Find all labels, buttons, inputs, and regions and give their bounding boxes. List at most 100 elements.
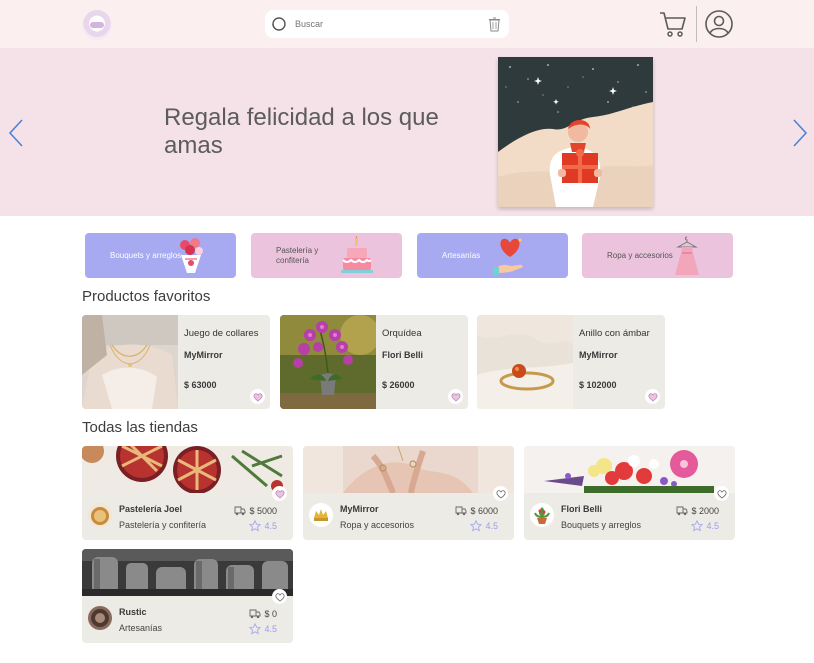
product-price: $ 102000 bbox=[579, 380, 617, 390]
store-category: Artesanías bbox=[119, 623, 163, 633]
delivery-icon bbox=[677, 506, 688, 516]
trash-icon[interactable] bbox=[488, 16, 501, 32]
rating-value: 4.5 bbox=[264, 624, 277, 634]
store-heart-button[interactable] bbox=[272, 589, 287, 604]
favorite-card[interactable]: Anillo con ámbar MyMirror $ 102000 bbox=[477, 315, 665, 409]
search-input[interactable] bbox=[295, 14, 475, 34]
stores-title: Todas las tiendas bbox=[82, 419, 198, 436]
store-shipping: $ 0 bbox=[249, 608, 277, 619]
hero-illustration bbox=[498, 57, 653, 207]
category-label: Pastelería y confitería bbox=[276, 245, 319, 265]
heart-outline-icon bbox=[717, 489, 726, 498]
shipping-price: $ 2000 bbox=[691, 505, 719, 516]
store-name: Pastelería Joel bbox=[119, 504, 183, 514]
bouquet-icon bbox=[180, 238, 203, 273]
category-label: Ropa y accesorios bbox=[607, 250, 673, 260]
star-icon bbox=[691, 520, 704, 532]
delivery-icon bbox=[235, 506, 246, 516]
store-heart-button[interactable] bbox=[272, 486, 287, 501]
shipping-price: $ 6000 bbox=[470, 505, 498, 516]
store-shipping: $ 2000 bbox=[676, 505, 719, 516]
category-pasteleria[interactable]: Pastelería y confitería bbox=[251, 233, 402, 278]
store-banner-flowers bbox=[524, 446, 735, 493]
heart-hand-icon bbox=[493, 238, 523, 275]
rating-value: 4.5 bbox=[485, 521, 498, 531]
product-image-ring bbox=[477, 315, 573, 409]
favorite-card[interactable]: Orquídea Flori Belli $ 26000 bbox=[280, 315, 468, 409]
product-price: $ 63000 bbox=[184, 380, 217, 390]
search-icon[interactable] bbox=[271, 16, 287, 32]
favorites-title: Productos favoritos bbox=[82, 288, 211, 305]
favorite-card[interactable]: Juego de collares MyMirror $ 63000 bbox=[82, 315, 270, 409]
store-category: Ropa y accesorios bbox=[340, 520, 415, 530]
favorite-heart-button[interactable] bbox=[448, 389, 463, 404]
delivery-icon bbox=[250, 609, 261, 619]
product-store: MyMirror bbox=[579, 350, 618, 360]
cake-icon bbox=[341, 236, 373, 273]
favorite-heart-button[interactable] bbox=[250, 389, 265, 404]
store-avatar bbox=[88, 606, 112, 630]
store-rating: 4.5 bbox=[249, 623, 277, 635]
shipping-price: $ 0 bbox=[264, 608, 277, 619]
categories-row: Bouquets y arreglos Pastelería y confite… bbox=[0, 233, 814, 278]
category-bouquets[interactable]: Bouquets y arreglos bbox=[85, 233, 236, 278]
store-name: MyMirror bbox=[340, 504, 379, 514]
hero-title: Regala felicidad a los que amas bbox=[164, 104, 439, 159]
shipping-price: $ 5000 bbox=[249, 505, 277, 516]
heart-filled-icon bbox=[253, 392, 262, 401]
user-icon[interactable] bbox=[704, 9, 734, 39]
store-name: Rustic bbox=[119, 607, 147, 617]
product-image-necklace bbox=[82, 315, 178, 409]
heart-outline-icon bbox=[275, 592, 284, 601]
store-banner-jewelry bbox=[303, 446, 514, 495]
store-name: Flori Belli bbox=[561, 504, 603, 514]
product-image-orchid bbox=[280, 315, 380, 409]
header bbox=[0, 0, 814, 48]
hero-banner: Regala felicidad a los que amas bbox=[0, 48, 814, 216]
store-card[interactable]: Flori Belli Bouquets y arreglos $ 2000 4… bbox=[524, 446, 735, 540]
heart-outline-icon bbox=[496, 489, 505, 498]
store-rating: 4.5 bbox=[470, 520, 498, 532]
product-store: MyMirror bbox=[184, 350, 223, 360]
store-category: Bouquets y arreglos bbox=[561, 520, 642, 530]
product-name: Anillo con ámbar bbox=[579, 328, 650, 339]
heart-filled-icon bbox=[451, 392, 460, 401]
star-icon bbox=[249, 623, 262, 635]
category-artesanias[interactable]: Artesanías bbox=[417, 233, 568, 278]
store-rating: 4.5 bbox=[249, 520, 277, 532]
search-bar bbox=[265, 10, 509, 38]
store-card[interactable]: Rustic Artesanías $ 0 4.5 bbox=[82, 549, 293, 643]
star-icon bbox=[249, 520, 262, 532]
star-icon bbox=[470, 520, 483, 532]
store-banner-pies bbox=[82, 446, 293, 494]
store-rating: 4.5 bbox=[691, 520, 719, 532]
delivery-icon bbox=[456, 506, 467, 516]
chevron-left-icon[interactable] bbox=[6, 118, 26, 148]
dress-icon bbox=[675, 236, 699, 275]
store-category: Pastelería y confitería bbox=[119, 520, 207, 530]
chevron-right-icon[interactable] bbox=[790, 118, 810, 148]
logo[interactable] bbox=[82, 10, 112, 40]
heart-outline-icon bbox=[275, 489, 284, 498]
store-avatar bbox=[88, 503, 112, 527]
header-divider bbox=[696, 6, 697, 42]
store-heart-button[interactable] bbox=[493, 486, 508, 501]
store-banner-pottery bbox=[82, 549, 293, 596]
product-name: Juego de collares bbox=[184, 328, 259, 339]
store-card[interactable]: Pastelería Joel Pastelería y confitería … bbox=[82, 446, 293, 540]
store-shipping: $ 5000 bbox=[234, 505, 277, 516]
heart-filled-icon bbox=[648, 392, 657, 401]
product-store: Flori Belli bbox=[382, 350, 424, 360]
rating-value: 4.5 bbox=[264, 521, 277, 531]
rating-value: 4.5 bbox=[706, 521, 719, 531]
cart-icon[interactable] bbox=[658, 9, 688, 39]
product-name: Orquídea bbox=[382, 328, 422, 339]
category-ropa[interactable]: Ropa y accesorios bbox=[582, 233, 733, 278]
store-card[interactable]: MyMirror Ropa y accesorios $ 6000 4.5 bbox=[303, 446, 514, 540]
store-avatar bbox=[309, 503, 333, 527]
store-shipping: $ 6000 bbox=[455, 505, 498, 516]
favorite-heart-button[interactable] bbox=[645, 389, 660, 404]
store-heart-button[interactable] bbox=[714, 486, 729, 501]
category-label: Bouquets y arreglos bbox=[110, 250, 182, 260]
store-avatar bbox=[530, 503, 554, 527]
